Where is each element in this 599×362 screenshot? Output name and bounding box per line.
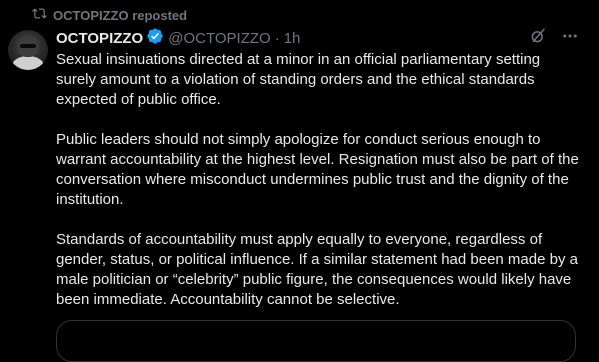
post-header: OCTOPIZZO @OCTOPIZZO · 1h <box>56 28 579 48</box>
separator-dot: · <box>274 29 280 47</box>
repost-icon <box>32 6 47 24</box>
grok-icon[interactable] <box>529 27 547 49</box>
post-paragraph: Standards of accountability must apply e… <box>56 231 578 308</box>
repost-text: OCTOPIZZO reposted <box>53 7 188 23</box>
more-icon[interactable] <box>561 27 579 49</box>
avatar[interactable] <box>8 30 48 70</box>
post-timestamp[interactable]: 1h <box>284 30 301 47</box>
author-handle[interactable]: @OCTOPIZZO <box>168 30 270 47</box>
post-paragraph: Public leaders should not simply apologi… <box>56 131 579 208</box>
post-paragraph: Sexual insinuations directed at a minor … <box>56 51 541 108</box>
verified-badge-icon[interactable] <box>143 27 168 49</box>
author-display-name[interactable]: OCTOPIZZO <box>56 30 143 47</box>
repost-indicator[interactable]: OCTOPIZZO reposted <box>32 6 187 24</box>
post-text: Sexual insinuations directed at a minor … <box>56 50 584 310</box>
embedded-card[interactable] <box>56 320 576 362</box>
